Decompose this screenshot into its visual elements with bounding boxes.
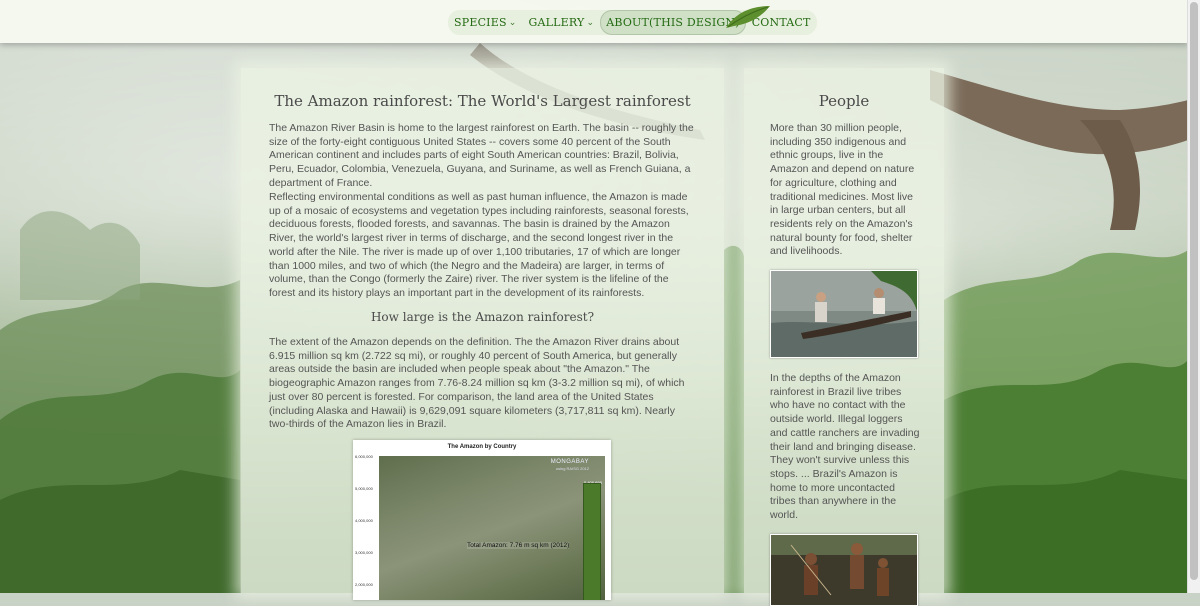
people-sidebar: People More than 30 million people, incl… [744,68,944,606]
scrollbar-thumb[interactable] [1190,2,1198,580]
tribe-photo [770,534,918,606]
figure-annotation: Total Amazon: 7.76 m sq km (2012) [467,542,570,549]
nav-item-label: GALLERY [528,16,585,29]
canoe-photo [770,270,918,358]
page-scrollbar[interactable] [1187,0,1200,593]
people-paragraph: More than 30 million people, including 3… [770,122,915,258]
figure-title: The Amazon by Country [447,444,517,450]
tribe-illustration [771,535,917,605]
top-navigation-bar: SPECIES ⌄ GALLERY ⌄ ABOUT(THIS DESIGN) C… [0,0,1188,43]
ecosystems-paragraph: Reflecting environmental conditions as w… [269,191,689,299]
nav-item-species[interactable]: SPECIES ⌄ [448,10,522,35]
section-heading: How large is the Amazon rainforest? [370,310,595,324]
nav-item-label: ABOUT(THIS DESIGN) [606,16,740,29]
y-tick: 6,000,000 [355,454,373,459]
page-title: The Amazon rainforest: The World's Large… [274,92,691,110]
tribes-paragraph: In the depths of the Amazon rainforest i… [770,372,920,522]
nav-item-label: SPECIES [454,16,507,29]
chevron-down-icon: ⌄ [508,17,517,28]
amazon-by-country-figure: The Amazon by Country 6,000,000 5,000,00… [353,440,611,600]
chevron-down-icon: ⌄ [586,17,595,28]
y-tick: 3,000,000 [355,550,373,555]
figure-watermark: MONGABAY [550,459,589,465]
canoe-illustration [771,271,917,357]
intro-paragraph: The Amazon River Basin is home to the la… [269,122,694,189]
nav-item-gallery[interactable]: GALLERY ⌄ [522,10,600,35]
sidebar-title: People [818,92,870,110]
leaf-decoration-icon [726,6,770,28]
figure-watermark-sub: using RAISG 2012 [555,466,589,471]
main-content-panel: The Amazon rainforest: The World's Large… [241,68,724,600]
y-tick: 5,000,000 [355,486,373,491]
y-tick: 4,000,000 [355,518,373,523]
y-tick: 2,000,000 [355,582,373,587]
extent-paragraph: The extent of the Amazon depends on the … [269,336,685,431]
figure-satellite-background: MONGABAY using RAISG 2012 5,406,698 Tota… [379,456,605,600]
brazil-bar [583,482,601,600]
